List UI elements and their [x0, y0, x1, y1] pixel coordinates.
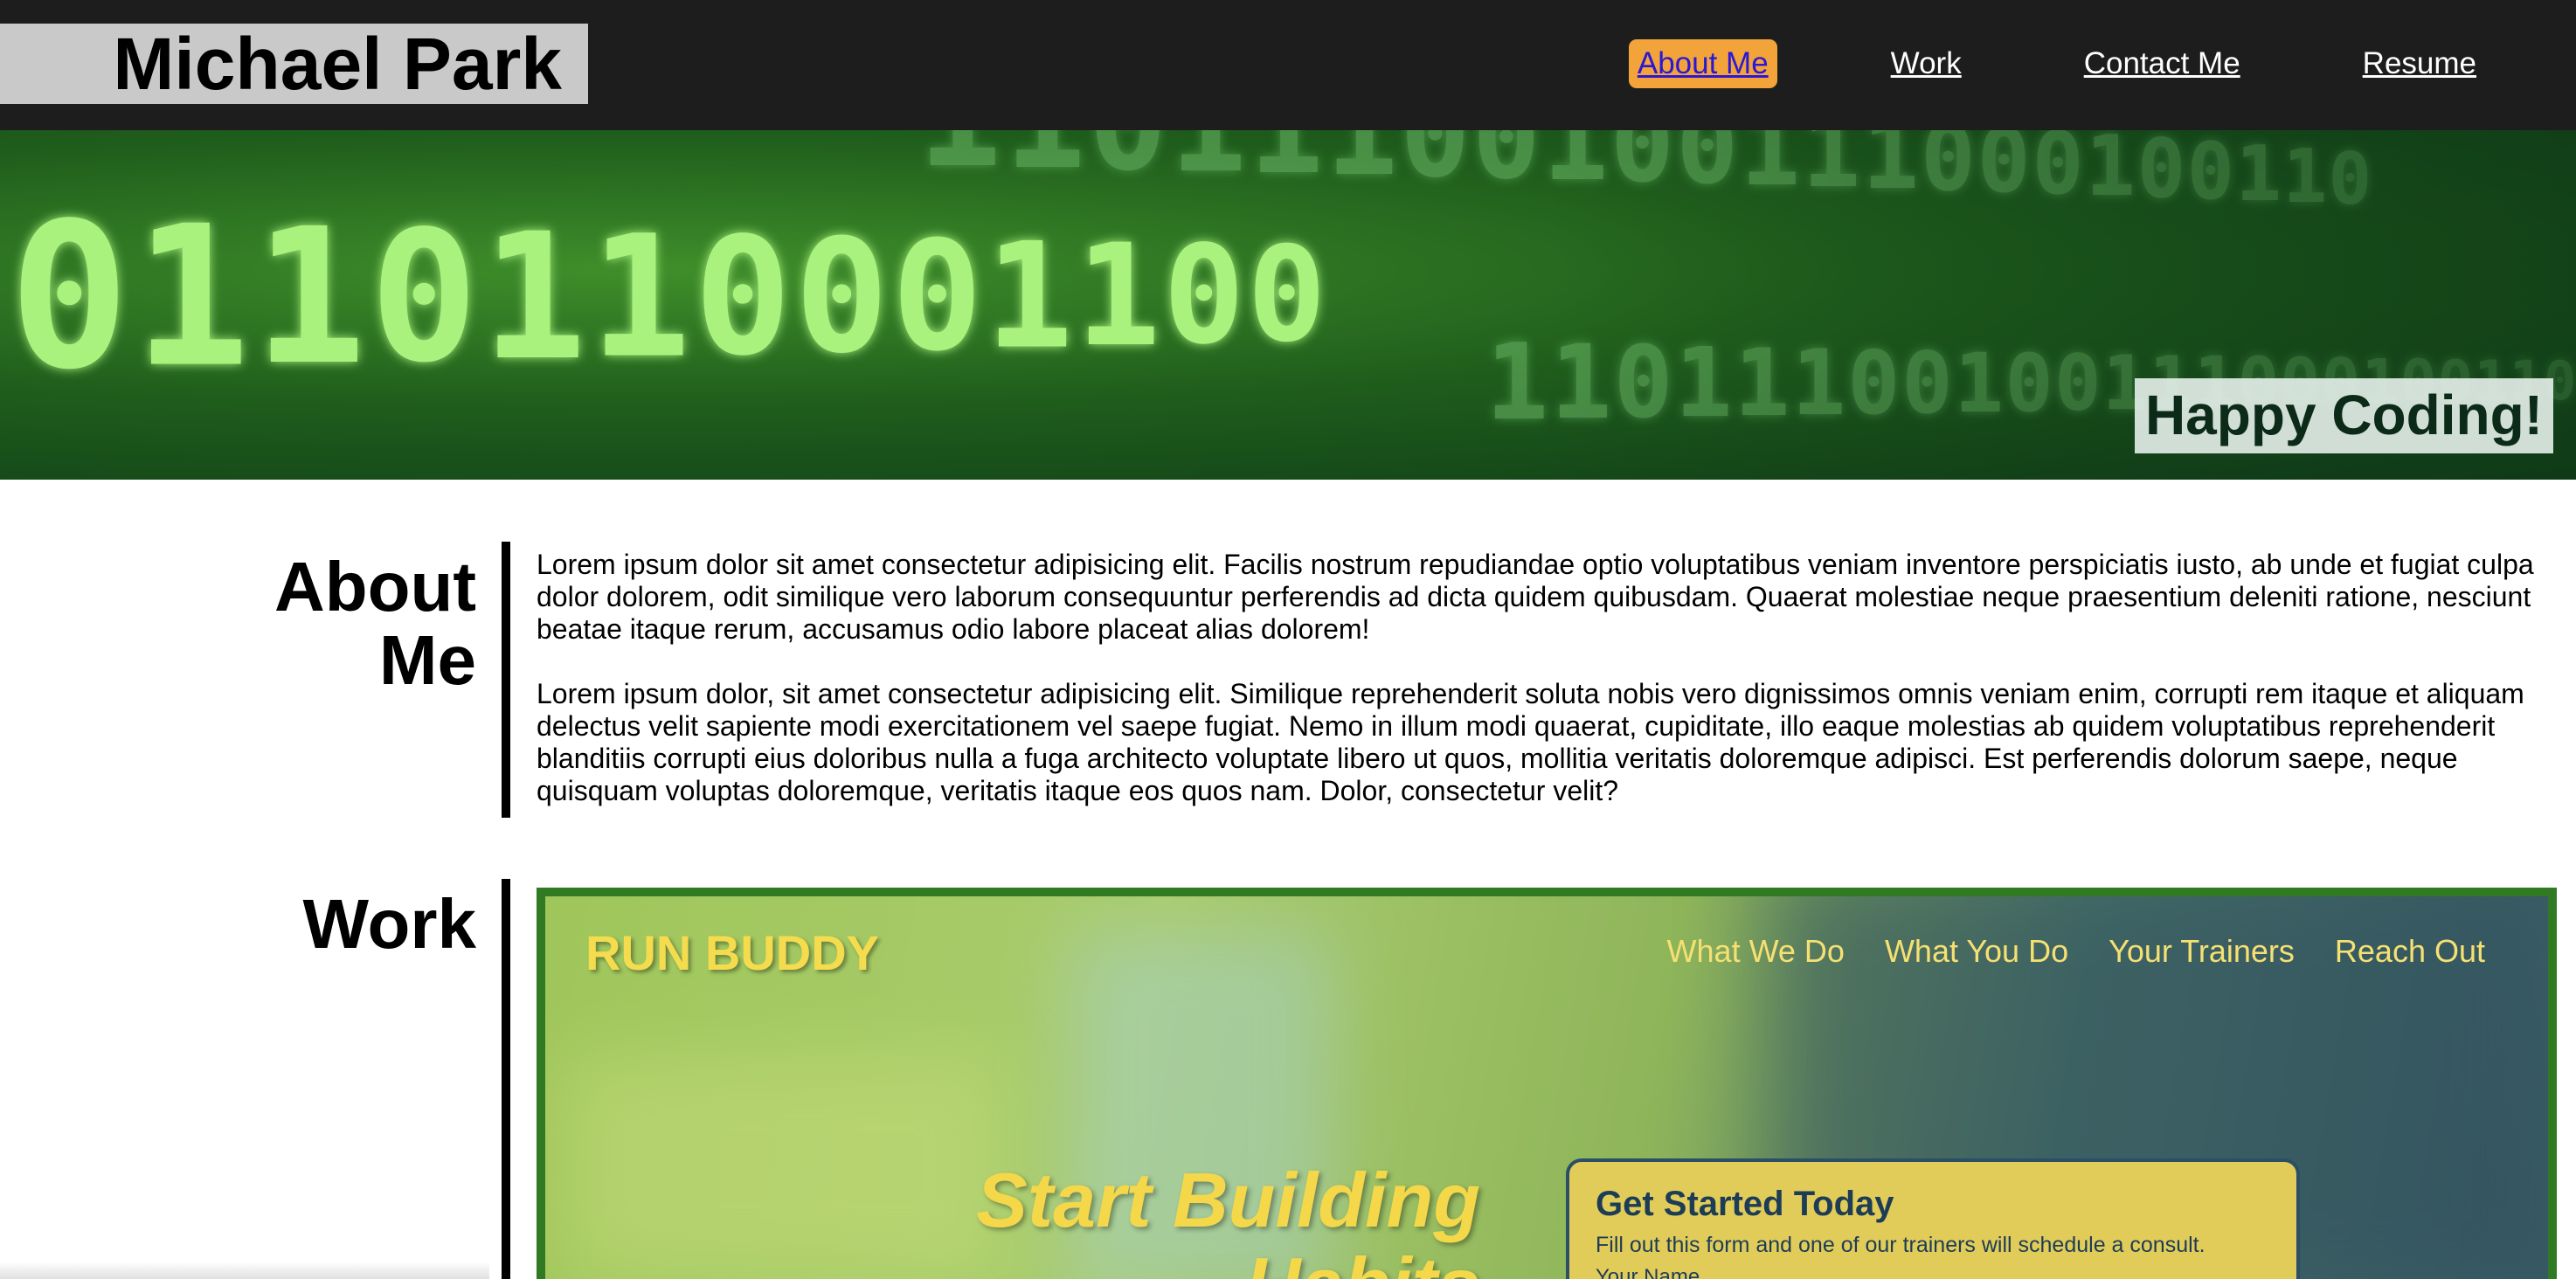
site-title: Michael Park — [113, 23, 562, 105]
page-shadow — [0, 1262, 489, 1279]
hero-banner: 1101110010011100010011011011100100111000… — [0, 130, 2576, 480]
about-heading-line2: Me — [378, 621, 476, 699]
about-heading-line1: About — [274, 548, 476, 626]
about-body: Lorem ipsum dolor sit amet consectetur a… — [537, 549, 2546, 807]
work-heading: Work — [302, 885, 476, 963]
project-nav-item: Your Trainers — [2109, 933, 2295, 969]
work-divider — [502, 879, 510, 1279]
project-nav-item: What We Do — [1666, 933, 1845, 969]
project-nav-item: What You Do — [1884, 933, 2069, 969]
about-paragraph: Lorem ipsum dolor sit amet consectetur a… — [537, 549, 2534, 645]
project-form-label: Your Name — [1596, 1265, 1700, 1279]
project-hero-line: Start Building — [976, 1157, 1480, 1243]
nav-link-about-me[interactable]: About Me — [1628, 38, 1777, 89]
project-nav: What We Do What You Do Your Trainers Rea… — [1627, 933, 2485, 970]
main-nav: About Me Work Contact Me Resume — [1628, 38, 2485, 89]
about-paragraph: Lorem ipsum dolor, sit amet consectetur … — [537, 678, 2524, 806]
project-form-title: Get Started Today — [1596, 1185, 1894, 1223]
project-nav-item: Reach Out — [2334, 933, 2485, 969]
project-hero-line: Habits — [938, 1242, 1480, 1279]
project-hero-text: Start Building Habits — [938, 1158, 1480, 1279]
project-signup-form: Get Started Today Fill out this form and… — [1566, 1158, 2300, 1279]
about-divider — [502, 542, 510, 818]
nav-link-contact-me[interactable]: Contact Me — [2075, 39, 2249, 88]
nav-link-work[interactable]: Work — [1882, 39, 1970, 88]
nav-link-resume[interactable]: Resume — [2354, 39, 2485, 88]
project-logo: RUN BUDDY — [585, 925, 879, 980]
work-project-card-run-buddy[interactable]: RUN BUDDY What We Do What You Do Your Tr… — [537, 888, 2557, 1279]
project-form-subtitle: Fill out this form and one of our traine… — [1596, 1233, 2206, 1257]
top-header: Michael Park About Me Work Contact Me Re… — [0, 0, 2576, 130]
about-heading: About Me — [175, 550, 476, 697]
site-title-box: Michael Park — [0, 24, 588, 104]
hero-caption: Happy Coding! — [2134, 378, 2553, 453]
